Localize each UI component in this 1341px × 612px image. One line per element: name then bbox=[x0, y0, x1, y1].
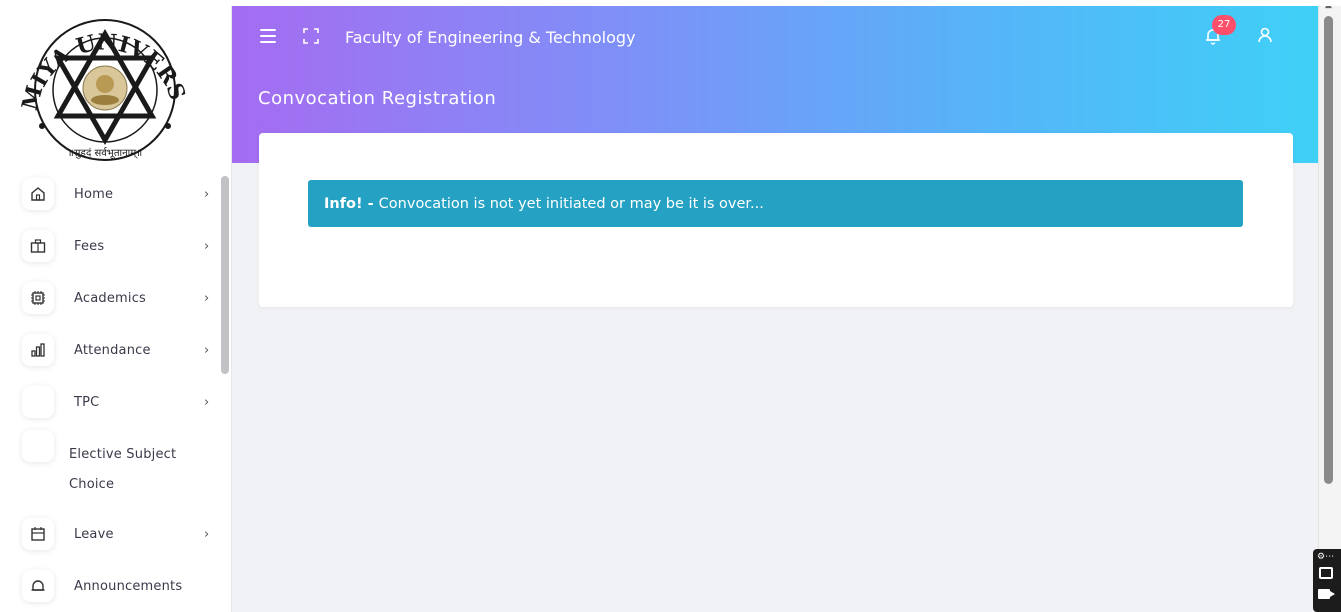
sidebar-item-label: Home bbox=[74, 186, 114, 202]
sidebar-item-academics[interactable]: Academics › bbox=[0, 272, 220, 324]
chevron-right-icon: › bbox=[204, 526, 210, 542]
info-alert: Info! - Convocation is not yet initiated… bbox=[308, 180, 1243, 227]
chevron-right-icon: › bbox=[204, 186, 210, 202]
screen-capture-widget[interactable]: ⚙⋯ bbox=[1313, 549, 1341, 612]
chip-icon bbox=[22, 282, 54, 314]
sidebar-item-label: Announcements bbox=[74, 578, 183, 594]
chevron-right-icon: › bbox=[204, 290, 210, 306]
sidebar-item-attendance[interactable]: Attendance › bbox=[0, 324, 220, 376]
sidebar-item-label: Elective Subject Choice bbox=[69, 447, 177, 492]
faculty-title: Faculty of Engineering & Technology bbox=[345, 28, 636, 47]
menu-toggle-icon[interactable] bbox=[260, 29, 276, 43]
chevron-right-icon: › bbox=[204, 342, 210, 358]
chevron-right-icon: › bbox=[204, 238, 210, 254]
video-lens-icon bbox=[1330, 591, 1335, 597]
more-icon[interactable]: ⚙⋯ bbox=[1317, 552, 1334, 562]
blank-icon bbox=[22, 386, 54, 418]
sidebar-scrollbar[interactable] bbox=[221, 176, 229, 374]
sidebar-item-fees[interactable]: Fees › bbox=[0, 220, 220, 272]
sidebar-item-tpc[interactable]: TPC › bbox=[0, 376, 220, 428]
alert-message: Convocation is not yet initiated or may … bbox=[378, 195, 764, 212]
notification-badge: 27 bbox=[1212, 15, 1236, 35]
university-logo[interactable]: ATMIYA UNIVERSITY ॥सुहृदं सर्वभूतानाम्॥ bbox=[7, 6, 194, 162]
sidebar-item-leave[interactable]: Leave › bbox=[0, 508, 220, 560]
bell-icon bbox=[22, 570, 54, 602]
sidebar-item-label: Academics bbox=[74, 290, 147, 306]
user-icon[interactable] bbox=[1256, 26, 1274, 44]
sidebar-item-announcements[interactable]: Announcements bbox=[0, 560, 220, 612]
calendar-icon bbox=[22, 518, 54, 550]
home-icon bbox=[22, 178, 54, 210]
sidebar-item-label: Attendance bbox=[74, 342, 151, 358]
camera-icon[interactable] bbox=[1319, 567, 1333, 579]
video-icon[interactable] bbox=[1318, 589, 1330, 599]
sidebar-item-label: Fees bbox=[74, 238, 105, 254]
svg-text:॥सुहृदं सर्वभूतानाम्॥: ॥सुहृदं सर्वभूतानाम्॥ bbox=[68, 147, 143, 159]
top-border bbox=[0, 0, 1341, 6]
sidebar-item-label: TPC bbox=[74, 394, 100, 410]
sidebar-item-label: Leave bbox=[74, 526, 114, 542]
briefcase-icon bbox=[22, 230, 54, 262]
chevron-right-icon: › bbox=[204, 394, 210, 410]
sidebar-item-home[interactable]: Home › bbox=[0, 168, 220, 220]
page-title: Convocation Registration bbox=[258, 88, 497, 109]
alert-prefix: Info! - bbox=[324, 195, 374, 212]
page-scrollbar[interactable]: ▲ bbox=[1318, 0, 1341, 612]
sidebar-item-elective-subject-choice[interactable]: Elective Subject Choice bbox=[0, 430, 220, 492]
fullscreen-icon[interactable] bbox=[302, 27, 320, 45]
bar-chart-icon bbox=[22, 334, 54, 366]
sidebar-nav: Home › Fees › Academics › Attendance › T… bbox=[0, 168, 220, 612]
scroll-thumb[interactable] bbox=[1324, 16, 1333, 484]
university-seal-icon: ATMIYA UNIVERSITY ॥सुहृदं सर्वभूतानाम्॥ bbox=[7, 6, 190, 161]
blank-icon bbox=[22, 430, 54, 462]
